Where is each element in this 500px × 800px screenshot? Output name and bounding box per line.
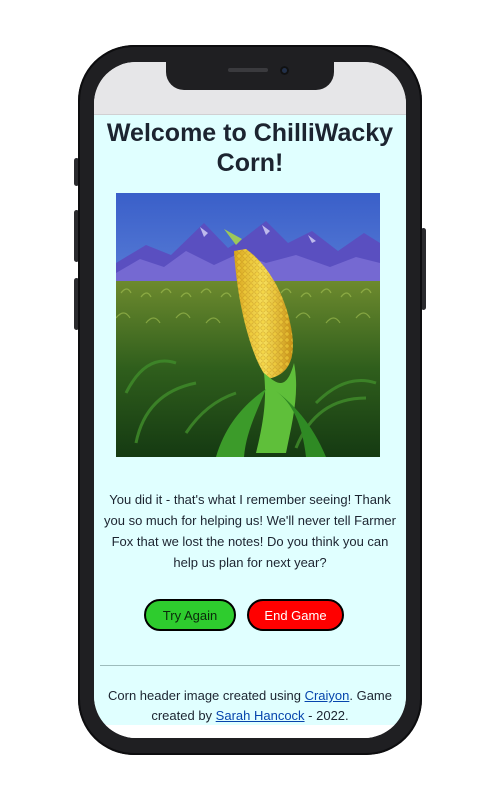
- footer-text-3: - 2022.: [304, 708, 349, 723]
- speaker-grille: [228, 68, 268, 72]
- home-indicator-area: [94, 725, 406, 738]
- corn-field-mountains-image: [116, 193, 380, 457]
- author-link[interactable]: Sarah Hancock: [216, 708, 305, 723]
- page-title: Welcome to ChilliWacky Corn!: [106, 119, 394, 177]
- footer-credits: Corn header image created using Craiyon.…: [104, 686, 396, 726]
- phone-screen: Welcome to ChilliWacky Corn! You did it …: [94, 62, 406, 738]
- game-page: Welcome to ChilliWacky Corn! You did it …: [94, 115, 406, 725]
- try-again-button[interactable]: Try Again: [144, 599, 236, 631]
- result-message: You did it - that's what I remember seei…: [104, 492, 396, 570]
- craiyon-link[interactable]: Craiyon: [305, 688, 350, 703]
- end-game-button[interactable]: End Game: [247, 599, 344, 631]
- phone-notch: [166, 62, 334, 90]
- footer-text-1: Corn header image created using: [108, 688, 305, 703]
- footer-divider: [100, 665, 400, 666]
- front-camera-icon: [280, 66, 289, 75]
